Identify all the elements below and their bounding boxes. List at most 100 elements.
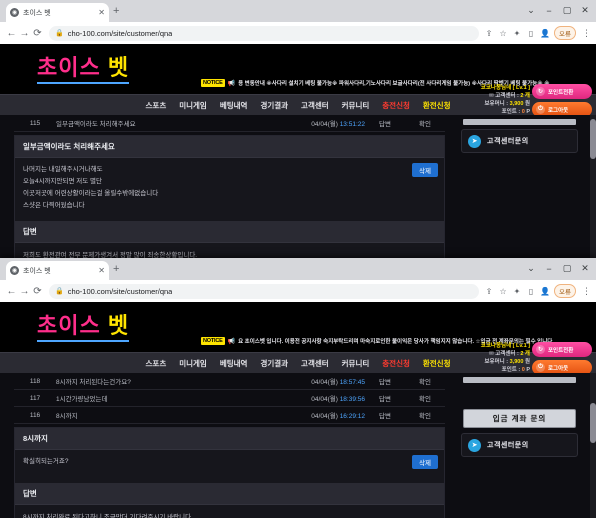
- user-nickname-line: 코코나몽님네 [ Lv.1 ]: [481, 84, 530, 92]
- answer-body: 저희도 환전관여 전부 문제가생겨서 정말 많이 죄송한상황입니다. 책임감없는…: [15, 243, 444, 258]
- nav-item-betting-history[interactable]: 베팅내역: [220, 100, 248, 111]
- site-header-2: NOTICE 📢 요 초이스벳 입니다. 이용전 공지사항 숙지부탁드리며 마숙…: [0, 302, 596, 375]
- row-status: 답변: [379, 413, 391, 420]
- nav-item-exchange[interactable]: 환전신청: [423, 358, 451, 369]
- row-title[interactable]: 8시까지 처리된다는건가요?: [56, 373, 285, 390]
- minimize-button[interactable]: −: [540, 260, 558, 277]
- megaphone-icon: 📢: [227, 338, 236, 345]
- share-icon[interactable]: ⇪: [484, 287, 494, 296]
- maximize-button[interactable]: ▢: [558, 2, 576, 19]
- nav-item-results[interactable]: 경기결과: [260, 100, 288, 111]
- point-convert-button[interactable]: ↻ 포인트전환: [532, 84, 592, 99]
- nav-item-charge[interactable]: 충전신청: [382, 358, 410, 369]
- toolbar-icons-2: ⇪ ☆ ✦ ▯ 👤 오류 ⋮: [484, 284, 591, 298]
- nav-item-community[interactable]: 커뮤니티: [342, 358, 370, 369]
- back-icon[interactable]: ←: [5, 286, 18, 297]
- nav-item-minigame[interactable]: 미니게임: [179, 358, 207, 369]
- table-row[interactable]: 117 1시간가량남었는데 04/04(월) 18:39:56 답변 확인: [14, 390, 445, 407]
- nav-item-exchange[interactable]: 환전신청: [423, 100, 451, 111]
- side-panel-icon[interactable]: ▯: [526, 29, 536, 38]
- browser-tab-2[interactable]: ◉ 초이스 벳 ✕: [6, 261, 109, 280]
- browser-tab-1[interactable]: ◉ 초이스 벳 ✕: [6, 3, 109, 22]
- telegram-customer-center-button-1[interactable]: ➤ 고객센터문의: [461, 129, 578, 153]
- row-title[interactable]: 일부금액이라도 처리해주세요: [56, 115, 285, 132]
- tab-close-icon[interactable]: ✕: [98, 266, 105, 275]
- user-action-buttons-1: ↻ 포인트전환 ⏻ 로그아웃: [532, 84, 592, 117]
- nav-item-sports[interactable]: 스포츠: [146, 358, 167, 369]
- address-bar[interactable]: 🔒 cho-100.com/site/customer/qna: [49, 25, 480, 41]
- table-row[interactable]: 115 일부금액이라도 처리해주세요 04/04(월) 13:51:22 답변 …: [14, 115, 445, 132]
- delete-button[interactable]: 삭제: [412, 163, 438, 177]
- site-logo-2[interactable]: 초이스 벳: [37, 314, 130, 342]
- table-row[interactable]: 116 8시까지 04/04(월) 16:29:12 답변 확인: [14, 407, 445, 424]
- main-column-1: 115 일부금액이라도 처리해주세요 04/04(월) 13:51:22 답변 …: [0, 115, 455, 258]
- maximize-button[interactable]: ▢: [558, 260, 576, 277]
- close-window-button[interactable]: ✕: [576, 260, 594, 277]
- nav-item-charge[interactable]: 충전신청: [382, 100, 410, 111]
- forward-icon[interactable]: →: [18, 28, 31, 39]
- reload-icon[interactable]: ⟳: [31, 286, 44, 297]
- browser-toolbar-1: ← → ⟳ 🔒 cho-100.com/site/customer/qna ⇪ …: [0, 22, 596, 44]
- user-nickname: 코코나몽님네: [480, 343, 512, 349]
- forward-icon[interactable]: →: [18, 286, 31, 297]
- reload-icon[interactable]: ⟳: [31, 28, 44, 39]
- menu-kebab-icon[interactable]: ⋮: [582, 28, 591, 39]
- nav-item-betting-history[interactable]: 베팅내역: [220, 358, 248, 369]
- nav-item-sports[interactable]: 스포츠: [146, 100, 167, 111]
- scrollbar-thumb[interactable]: [590, 403, 596, 443]
- row-date-text: 04/04(월): [311, 379, 338, 386]
- profile-avatar-icon[interactable]: 👤: [540, 29, 550, 38]
- tab-close-icon[interactable]: ✕: [98, 8, 105, 17]
- telegram-customer-center-button-2[interactable]: ➤ 고객센터문의: [461, 433, 578, 457]
- post-line: 이곳저곳에 어련상활이라는걸 올릴수밖에없습니다: [23, 190, 159, 197]
- extensions-icon[interactable]: ✦: [512, 29, 522, 38]
- nav-item-minigame[interactable]: 미니게임: [179, 100, 207, 111]
- back-icon[interactable]: ←: [5, 28, 18, 39]
- chevron-down-icon[interactable]: ⌄: [522, 260, 540, 277]
- tab-strip-2: ◉ 초이스 벳 ✕ + ⌄ − ▢ ✕: [0, 258, 596, 280]
- point-convert-button[interactable]: ↻ 포인트전환: [532, 342, 592, 357]
- profile-chip[interactable]: 오류: [554, 284, 576, 298]
- nav-item-community[interactable]: 커뮤니티: [342, 100, 370, 111]
- table-row[interactable]: 118 8시까지 처리된다는건가요? 04/04(월) 18:57:45 답변 …: [14, 373, 445, 390]
- row-time-text: 18:57:45: [339, 379, 365, 386]
- tab-title: 초이스 벳: [23, 9, 51, 17]
- post-line: 나머지는 내일해주시거나해도: [23, 166, 103, 173]
- row-title[interactable]: 1시간가량남었는데: [56, 390, 285, 407]
- close-window-button[interactable]: ✕: [576, 2, 594, 19]
- chevron-down-icon[interactable]: ⌄: [522, 2, 540, 19]
- sidebar-divider: [463, 119, 576, 125]
- bookmark-star-icon[interactable]: ☆: [498, 29, 508, 38]
- delete-button[interactable]: 삭제: [412, 455, 438, 469]
- page-scrollbar-1[interactable]: [590, 115, 596, 258]
- lock-icon: 🔒: [55, 288, 64, 295]
- profile-chip[interactable]: 오류: [554, 26, 576, 40]
- point-convert-label: 포인트전환: [548, 89, 574, 96]
- row-number: 117: [29, 394, 41, 402]
- bookmark-star-icon[interactable]: ☆: [498, 287, 508, 296]
- money-line: 보유머니 : 3,900 원: [481, 100, 531, 108]
- side-panel-icon[interactable]: ▯: [526, 287, 536, 296]
- money-unit: 원: [524, 101, 530, 107]
- row-date-text: 04/04(월): [311, 121, 338, 128]
- nav-item-results[interactable]: 경기결과: [260, 358, 288, 369]
- row-check: 확인: [419, 413, 431, 420]
- scrollbar-thumb[interactable]: [590, 119, 596, 159]
- new-tab-button[interactable]: +: [113, 264, 119, 275]
- nav-item-customer-center[interactable]: 고객센터: [301, 100, 329, 111]
- deposit-account-inquiry-button[interactable]: 입금 계좌 문의: [463, 409, 576, 428]
- site-content-2: 118 8시까지 처리된다는건가요? 04/04(월) 18:57:45 답변 …: [0, 373, 596, 518]
- page-scrollbar-2[interactable]: [590, 373, 596, 518]
- new-tab-button[interactable]: +: [113, 6, 119, 17]
- share-icon[interactable]: ⇪: [484, 29, 494, 38]
- post-title: 8시까지: [15, 428, 444, 450]
- row-title[interactable]: 8시까지: [56, 407, 285, 424]
- site-logo-1[interactable]: 초이스 벳: [37, 56, 130, 84]
- minimize-button[interactable]: −: [540, 2, 558, 19]
- nav-item-customer-center[interactable]: 고객센터: [301, 358, 329, 369]
- profile-avatar-icon[interactable]: 👤: [540, 287, 550, 296]
- extensions-icon[interactable]: ✦: [512, 287, 522, 296]
- money-label: 보유머니 :: [484, 101, 509, 107]
- menu-kebab-icon[interactable]: ⋮: [582, 286, 591, 297]
- address-bar[interactable]: 🔒 cho-100.com/site/customer/qna: [49, 283, 480, 299]
